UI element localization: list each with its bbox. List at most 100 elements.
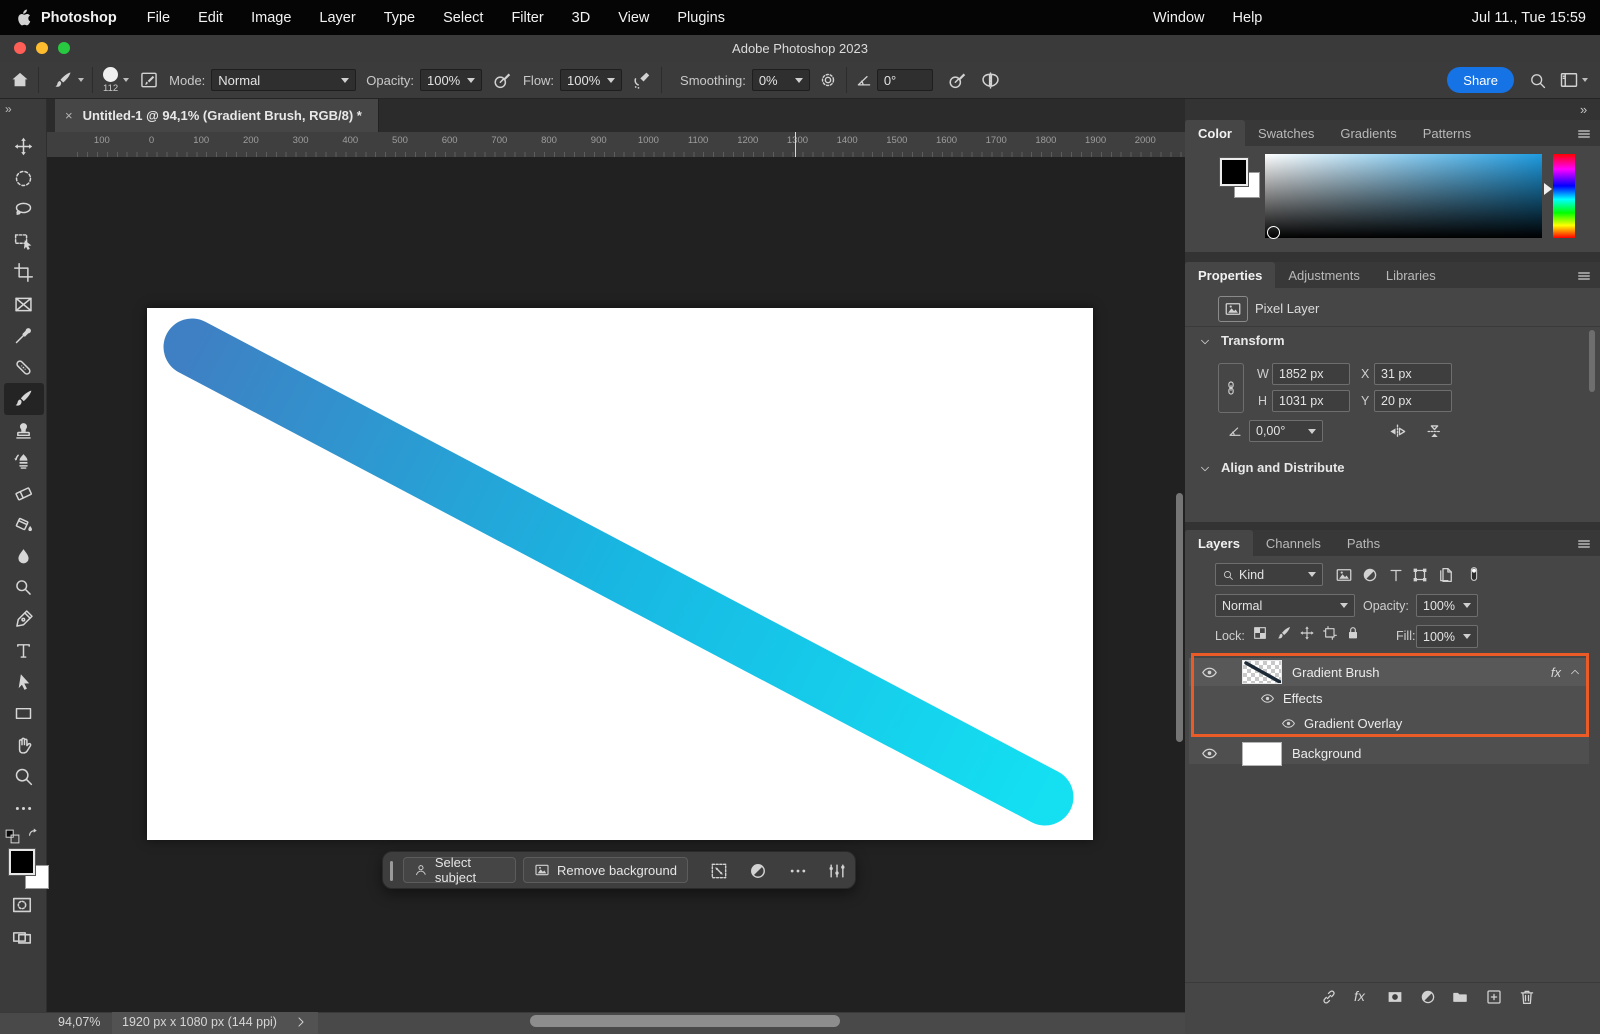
new-group-icon[interactable] — [1451, 988, 1469, 1006]
color-field-cursor[interactable] — [1267, 226, 1280, 239]
filter-pixel-layers-icon[interactable] — [1335, 566, 1353, 584]
link-layers-icon[interactable] — [1320, 988, 1338, 1006]
filter-kind-select[interactable]: Kind — [1215, 563, 1323, 586]
menu-app-name[interactable]: Photoshop — [41, 10, 117, 26]
select-subject-button[interactable]: Select subject — [403, 857, 516, 883]
quick-mask-icon[interactable] — [11, 894, 33, 916]
menu-item[interactable]: Filter — [511, 10, 543, 26]
flow-select[interactable]: 100% — [560, 69, 622, 91]
toggle-brush-settings-icon[interactable] — [139, 70, 159, 90]
horizontal-ruler[interactable]: 1000100200300400500600700800900100011001… — [75, 132, 1185, 158]
x-field[interactable]: 31 px — [1374, 363, 1452, 385]
color-foreground-swatch[interactable] — [1220, 158, 1248, 186]
layer-style-fx-icon[interactable]: fx — [1354, 988, 1365, 1004]
foreground-color-swatch[interactable] — [9, 849, 35, 875]
background-visibility-eye-icon[interactable] — [1201, 745, 1218, 762]
lasso-tool[interactable] — [4, 194, 44, 226]
height-field[interactable]: 1031 px — [1272, 390, 1350, 412]
type-tool[interactable] — [4, 635, 44, 667]
align-section-chevron-icon[interactable] — [1199, 463, 1211, 475]
pressure-size-icon[interactable] — [947, 70, 968, 91]
rotation-select[interactable]: 0,00° — [1249, 420, 1323, 442]
share-button[interactable]: Share — [1447, 67, 1514, 93]
blend-mode-select[interactable]: Normal — [211, 69, 356, 91]
home-icon[interactable] — [10, 70, 30, 90]
brush-size-picker[interactable]: 112 — [103, 67, 118, 94]
lock-pixels-icon[interactable] — [1276, 625, 1292, 641]
adjustment-icon[interactable] — [748, 861, 768, 881]
collapse-panels-chevron[interactable]: » — [1580, 102, 1587, 117]
filter-adjustment-layers-icon[interactable] — [1361, 566, 1379, 584]
status-expand-chevron-icon[interactable] — [294, 1015, 308, 1029]
filter-smart-objects-icon[interactable] — [1437, 566, 1455, 584]
align-section-title[interactable]: Align and Distribute — [1221, 460, 1345, 475]
lock-all-icon[interactable] — [1345, 625, 1361, 641]
transform-icon[interactable] — [709, 861, 729, 881]
new-layer-icon[interactable] — [1485, 988, 1503, 1006]
filter-shape-layers-icon[interactable] — [1411, 566, 1429, 584]
blur-tool[interactable] — [4, 541, 44, 573]
brush-angle-input[interactable]: 0° — [877, 69, 933, 91]
opacity-select[interactable]: 100% — [420, 69, 482, 91]
frame-tool[interactable] — [4, 289, 44, 321]
tab-swatches[interactable]: Swatches — [1245, 120, 1327, 146]
layer-row-background[interactable]: Background — [1189, 740, 1589, 767]
brush-preset-chevron-icon[interactable] — [78, 78, 84, 82]
y-field[interactable]: 20 px — [1374, 390, 1452, 412]
move-tool[interactable] — [4, 131, 44, 163]
remove-background-button[interactable]: Remove background — [523, 857, 688, 883]
control-center-icon[interactable] — [1436, 8, 1455, 27]
tab-gradients[interactable]: Gradients — [1327, 120, 1409, 146]
dodge-tool[interactable] — [4, 572, 44, 604]
menu-item[interactable]: Help — [1233, 10, 1263, 26]
wifi-icon[interactable] — [1379, 8, 1398, 27]
canvas-vertical-scrollbar[interactable] — [1176, 493, 1183, 742]
menu-item[interactable]: View — [618, 10, 649, 26]
battery-charging-icon[interactable] — [1360, 8, 1379, 27]
path-select-tool[interactable] — [4, 667, 44, 699]
menu-item[interactable]: Window — [1153, 10, 1205, 26]
tab-patterns[interactable]: Patterns — [1410, 120, 1484, 146]
expand-tools-chevron[interactable]: » — [5, 102, 12, 116]
tab-layers[interactable]: Layers — [1185, 530, 1253, 556]
tab-adjustments[interactable]: Adjustments — [1275, 262, 1373, 288]
symmetry-butterfly-icon[interactable] — [980, 70, 1001, 91]
menu-item[interactable]: Image — [251, 10, 291, 26]
menu-item[interactable]: Type — [384, 10, 415, 26]
more-tools[interactable] — [4, 793, 44, 825]
more-options-icon[interactable] — [788, 861, 808, 881]
flip-vertical-icon[interactable] — [1425, 422, 1444, 441]
width-field[interactable]: 1852 px — [1272, 363, 1350, 385]
add-layer-mask-icon[interactable] — [1386, 988, 1404, 1006]
background-layer-name[interactable]: Background — [1292, 746, 1361, 761]
lock-position-icon[interactable] — [1299, 625, 1315, 641]
eyedropper-tool[interactable] — [4, 320, 44, 352]
swap-colors-icon[interactable] — [26, 826, 43, 843]
link-dimensions-button[interactable] — [1218, 363, 1244, 413]
object-selection-tool[interactable] — [4, 226, 44, 258]
menu-item[interactable]: Layer — [319, 10, 355, 26]
hue-slider-marker[interactable] — [1544, 183, 1552, 195]
document-tab[interactable]: × Untitled-1 @ 94,1% (Gradient Brush, RG… — [55, 99, 379, 132]
tab-channels[interactable]: Channels — [1253, 530, 1334, 556]
transform-section-title[interactable]: Transform — [1221, 333, 1285, 348]
workspace-chevron-icon[interactable] — [1582, 78, 1588, 82]
smoothing-select[interactable]: 0% — [752, 69, 810, 91]
menubar-clock[interactable]: Jul 11., Tue 15:59 — [1472, 10, 1586, 26]
layer-blend-mode-select[interactable]: Normal — [1215, 594, 1355, 617]
paint-bucket-tool[interactable] — [4, 509, 44, 541]
new-adjustment-layer-icon[interactable] — [1419, 988, 1437, 1006]
background-thumbnail[interactable] — [1242, 742, 1282, 766]
delete-layer-icon[interactable] — [1518, 988, 1536, 1006]
filter-toggle-icon[interactable] — [1465, 563, 1483, 585]
zoom-tool[interactable] — [4, 761, 44, 793]
canvas-horizontal-scrollbar[interactable] — [530, 1015, 840, 1027]
menu-item[interactable]: File — [147, 10, 170, 26]
lock-artboard-icon[interactable] — [1322, 625, 1338, 641]
color-panel-menu-icon[interactable] — [1576, 126, 1600, 146]
filter-type-layers-icon[interactable] — [1387, 566, 1405, 584]
hand-tool[interactable] — [4, 730, 44, 762]
search-icon[interactable] — [1528, 71, 1547, 90]
clone-stamp-tool[interactable] — [4, 415, 44, 447]
healing-brush-tool[interactable] — [4, 352, 44, 384]
